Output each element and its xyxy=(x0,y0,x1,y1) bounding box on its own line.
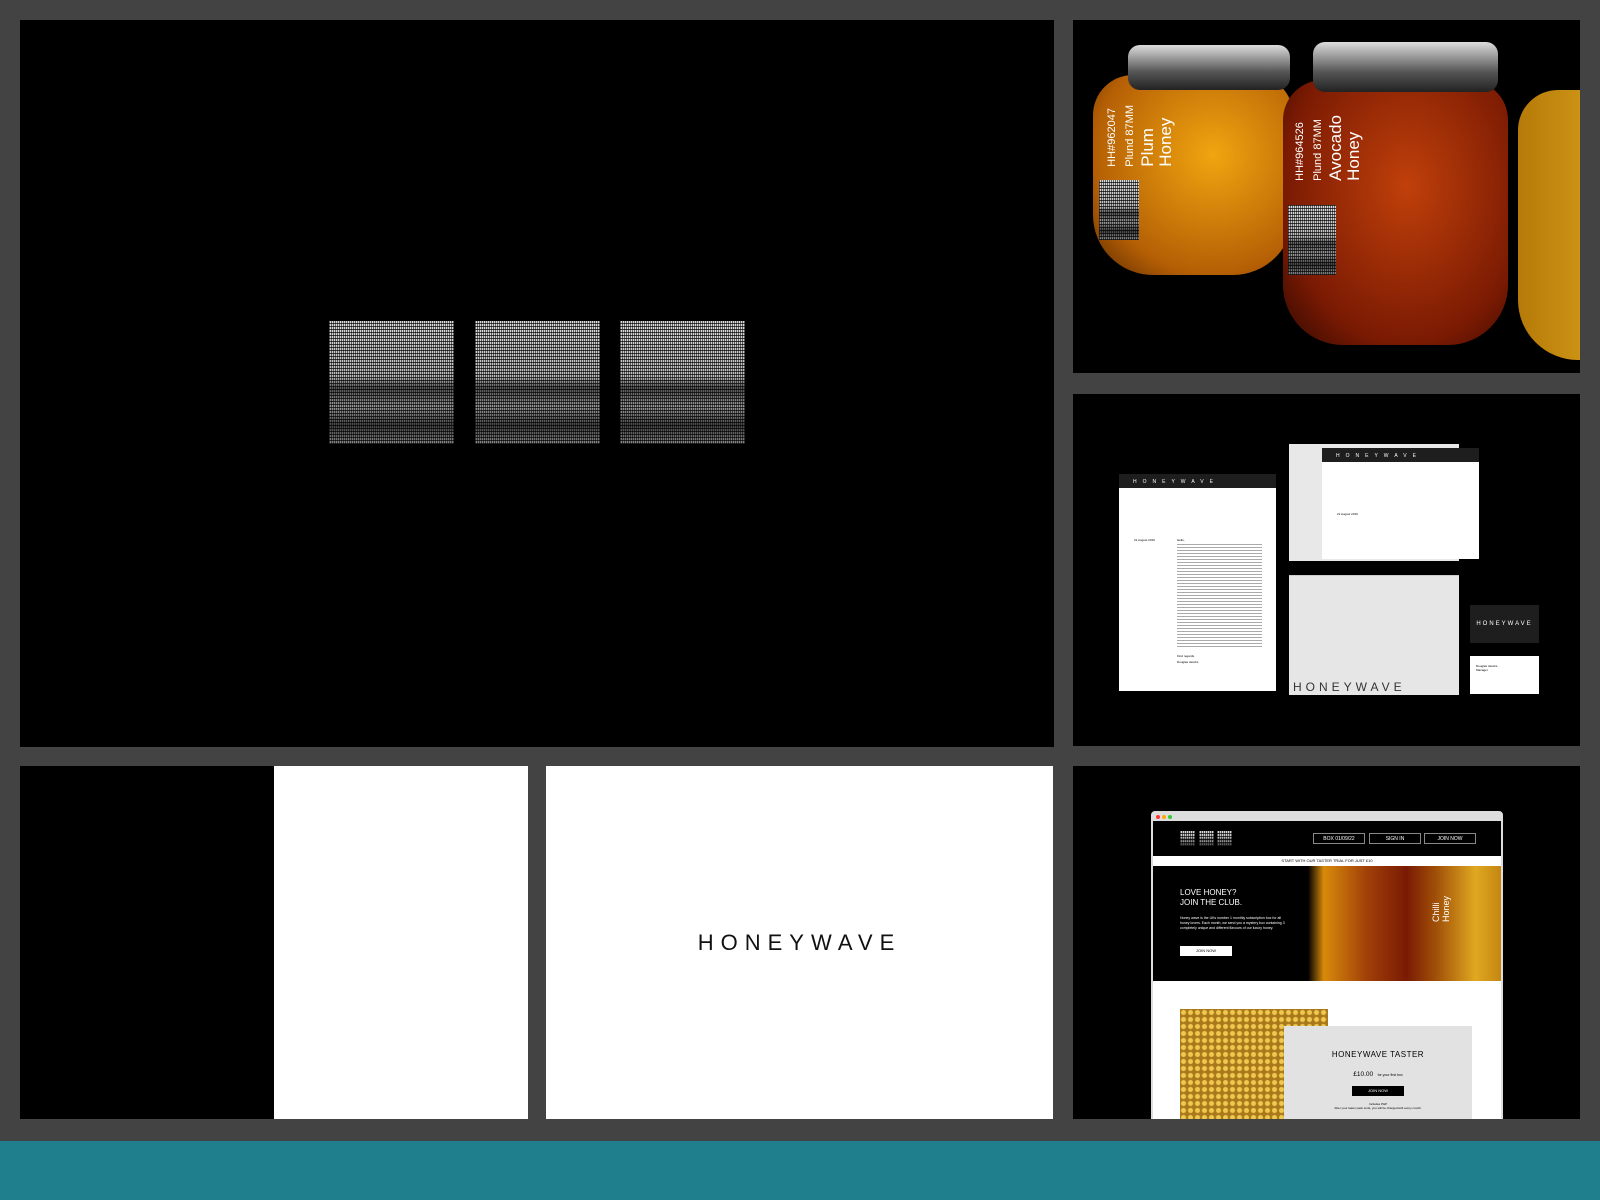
hero: LOVE HONEY? JOIN THE CLUB. Honey wave is … xyxy=(1153,866,1501,981)
letter-person: Douglas Jacobs xyxy=(1177,660,1199,664)
taster-note-2: After your taster pack ends, you will be… xyxy=(1334,1106,1422,1110)
letterhead-logo: HONEYWAVE xyxy=(1119,474,1276,488)
blank-card xyxy=(274,766,528,1119)
jar-lid xyxy=(1313,42,1498,92)
jar-code: HH#964526 xyxy=(1294,122,1306,181)
slip-logo: HONEYWAVE xyxy=(1322,448,1479,462)
maximize-dot-icon[interactable] xyxy=(1168,815,1172,819)
envelope: HONEYWAVE xyxy=(1289,575,1459,695)
card-role: Manager xyxy=(1476,668,1488,672)
hero-jar-label: Chilli Honey xyxy=(1431,896,1451,923)
hero-title-line-2: JOIN THE CLUB. xyxy=(1180,898,1243,907)
hero-title-line-1: LOVE HONEY? xyxy=(1180,888,1237,897)
jar-sub: Plund 87MM xyxy=(1124,105,1136,167)
jar-label-pattern xyxy=(1288,205,1336,275)
letterhead: HONEYWAVE 21 August 2019 Hello, Kind reg… xyxy=(1119,474,1276,691)
jars-panel: HH#962047 Plund 87MM Plum Honey HH#964526 P… xyxy=(1073,20,1580,373)
business-card-back: Douglas Jacobs Manager xyxy=(1470,656,1539,694)
website-panel: BOX 01/09/22 SIGN IN JOIN NOW START WITH… xyxy=(1073,766,1580,1119)
business-card-front: HONEYWAVE xyxy=(1470,605,1539,643)
taster-price-row: £10.00 for your first box xyxy=(1284,1063,1472,1081)
box-date-button[interactable]: BOX 01/09/22 xyxy=(1313,833,1365,844)
hero-jars-image xyxy=(1308,866,1501,981)
taster-price: £10.00 xyxy=(1353,1071,1374,1078)
hero-title: LOVE HONEY? JOIN THE CLUB. xyxy=(1180,888,1242,908)
wordmark: HONEYWAVE xyxy=(697,930,902,955)
jar-sub: Plund 87MM xyxy=(1312,119,1324,181)
site-logo xyxy=(1199,831,1214,846)
site-logo xyxy=(1217,831,1232,846)
taster-title: HONEYWAVE TASTER xyxy=(1331,1050,1425,1059)
taster-join-button[interactable]: JOIN NOW xyxy=(1352,1086,1404,1096)
third-jar xyxy=(1518,90,1580,360)
sign-in-button[interactable]: SIGN IN xyxy=(1369,833,1421,844)
letter-date: 21 August 2019 xyxy=(1134,538,1155,542)
jar-name: Plum Honey xyxy=(1138,117,1175,167)
taster-price-note: for your first box xyxy=(1377,1073,1403,1077)
plum-honey-label: HH#962047 Plund 87MM Plum Honey xyxy=(1103,105,1175,167)
minimize-dot-icon[interactable] xyxy=(1162,815,1166,819)
wave-square-1 xyxy=(329,321,454,444)
jar-name: Avocado Honey xyxy=(1326,115,1363,181)
hero-join-button[interactable]: JOIN NOW xyxy=(1180,946,1232,956)
wave-square-3 xyxy=(620,321,745,444)
logo-mark-panel xyxy=(20,20,1054,747)
site-logo[interactable] xyxy=(1180,831,1195,846)
jar-label-pattern xyxy=(1099,180,1139,240)
jar-lid xyxy=(1128,45,1290,90)
taster-card: HONEYWAVE TASTER £10.00 for your first b… xyxy=(1284,1026,1472,1119)
join-now-nav-button[interactable]: JOIN NOW xyxy=(1424,833,1476,844)
envelope-logo: HONEYWAVE xyxy=(1293,680,1406,694)
promo-banner[interactable]: START WITH OUR TASTER TRIAL FOR JUST £10 xyxy=(1153,856,1501,866)
compliment-slip: HONEYWAVE 21 August 2019 xyxy=(1322,448,1479,559)
letter-greeting: Hello, xyxy=(1177,538,1185,542)
site-header: BOX 01/09/22 SIGN IN JOIN NOW xyxy=(1153,821,1501,856)
slip-date: 21 August 2019 xyxy=(1337,512,1358,516)
footer-bar xyxy=(0,1141,1600,1200)
avocado-honey-label: HH#964526 Plund 87MM Avocado Honey xyxy=(1291,115,1363,181)
jar-code: HH#962047 xyxy=(1106,108,1118,167)
letter-signoff: Kind regards, xyxy=(1177,654,1195,658)
stationery-panel: HONEYWAVE 21 August 2019 Hello, Kind reg… xyxy=(1073,394,1580,746)
wave-square-2 xyxy=(475,321,600,444)
blank-card-panel xyxy=(20,766,528,1119)
close-dot-icon[interactable] xyxy=(1156,815,1160,819)
letter-body xyxy=(1177,544,1262,649)
hero-body: Honey wave is the UKs number 1 monthly s… xyxy=(1180,916,1285,930)
browser-window: BOX 01/09/22 SIGN IN JOIN NOW START WITH… xyxy=(1151,811,1503,1119)
wordmark-panel: HONEYWAVE xyxy=(546,766,1053,1119)
browser-titlebar xyxy=(1153,813,1501,821)
